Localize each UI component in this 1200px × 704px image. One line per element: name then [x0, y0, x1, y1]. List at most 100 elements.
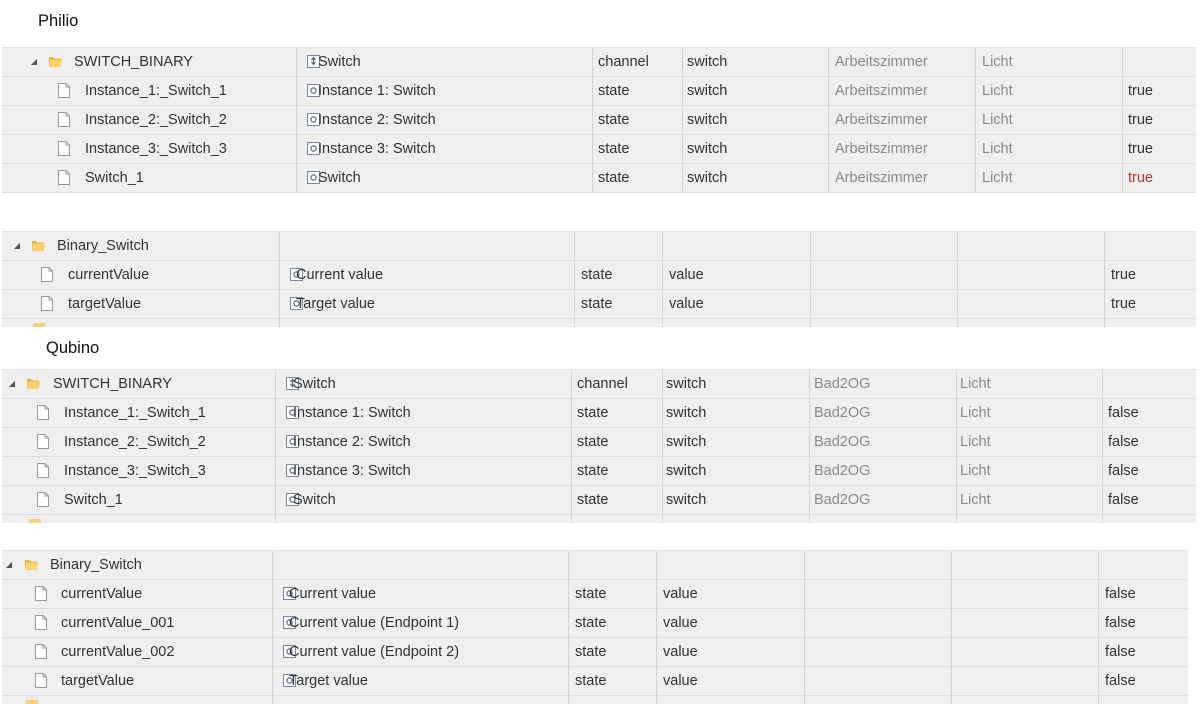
tree-object-row[interactable]: currentValue_001 Current value (Endpoint … [2, 609, 1188, 638]
tree-object-row[interactable]: currentValue Current value state value true [2, 261, 1196, 290]
object-name: Instance 3: Switch [293, 463, 411, 479]
tree-object-row[interactable]: Instance_2:_Switch_2 Instance 2: Switch st… [2, 106, 1196, 135]
tree-object-row[interactable]: currentValue_002 Current value (Endpoint … [2, 638, 1188, 667]
column-divider [828, 106, 829, 134]
object-function: Licht [960, 434, 991, 450]
column-divider [275, 370, 276, 398]
column-divider [574, 232, 575, 260]
column-divider [682, 164, 683, 192]
object-role: switch [666, 405, 707, 421]
column-divider [662, 515, 663, 523]
tree-object-row[interactable]: Instance_1:_Switch_1 Instance 1: Switch st… [2, 399, 1196, 428]
column-divider [1102, 428, 1103, 456]
file-icon [41, 267, 53, 282]
file-icon [58, 83, 70, 98]
object-function: Licht [982, 54, 1013, 70]
column-divider [571, 457, 572, 485]
column-divider [957, 261, 958, 289]
object-value: false [1108, 463, 1139, 479]
tree-object-row[interactable]: Instance_3:_Switch_3 Instance 3: Switch st… [2, 457, 1196, 486]
tree-object-row[interactable]: targetValue Target value state value false [2, 667, 1188, 696]
column-divider [1098, 551, 1099, 579]
tree-folder-row[interactable]: ◢ Binary_Switch [2, 551, 1188, 580]
tree-object-row[interactable]: currentValue Current value state value false [2, 580, 1188, 609]
object-type: state [581, 267, 613, 283]
column-divider [957, 319, 958, 327]
column-divider [1098, 638, 1099, 666]
column-divider [272, 667, 273, 695]
tree-object-row[interactable]: Instance_3:_Switch_3 Instance 3: Switch st… [2, 135, 1196, 164]
object-value: true [1128, 170, 1153, 186]
column-divider [662, 399, 663, 427]
column-divider [662, 457, 663, 485]
object-id: Instance_2:_Switch_2 [64, 434, 206, 450]
file-icon [37, 434, 49, 449]
column-divider [804, 638, 805, 666]
column-divider [279, 319, 280, 327]
object-type: state [575, 644, 607, 660]
expand-collapse-icon[interactable]: ◢ [7, 370, 17, 398]
philio-switch-binary-tree: ◢ SWITCH_BINARY Switch channel switch Arbeits… [2, 47, 1196, 193]
column-divider [662, 428, 663, 456]
column-divider [662, 370, 663, 398]
folder-icon [26, 700, 38, 704]
object-value: false [1108, 405, 1139, 421]
object-role: switch [687, 54, 728, 70]
column-divider [951, 696, 952, 704]
column-divider [1104, 261, 1105, 289]
object-name: Switch [293, 376, 336, 392]
object-room: Bad2OG [814, 434, 871, 450]
tree-object-row[interactable]: Switch_1 Switch state switch Arbeitszimmer Li… [2, 164, 1196, 193]
column-divider [568, 667, 569, 695]
column-divider [809, 457, 810, 485]
column-divider [656, 609, 657, 637]
column-divider [1098, 696, 1099, 704]
column-divider [296, 164, 297, 192]
tree-object-row[interactable]: Switch_1 Switch state switch Bad2OG Licht fals… [2, 486, 1196, 515]
object-name: Switch [293, 492, 336, 508]
expand-collapse-icon[interactable]: ◢ [12, 232, 22, 260]
column-divider [592, 135, 593, 163]
object-role: value [663, 586, 698, 602]
column-divider [956, 457, 957, 485]
object-id: targetValue [68, 296, 142, 312]
tree-folder-row[interactable]: ◢ SWITCH_BINARY Switch channel switch Bad2OG L… [2, 370, 1196, 399]
column-divider [275, 515, 276, 523]
folder-icon [48, 54, 63, 69]
tree-object-row[interactable]: Instance_2:_Switch_2 Instance 2: Switch st… [2, 428, 1196, 457]
object-function: Licht [960, 405, 991, 421]
column-divider [804, 580, 805, 608]
column-divider [275, 428, 276, 456]
object-value: true [1128, 83, 1153, 99]
object-name: Instance 3: Switch [318, 141, 436, 157]
object-type: state [575, 615, 607, 631]
object-type: state [598, 83, 630, 99]
column-divider [662, 232, 663, 260]
folder-icon [29, 519, 41, 523]
tree-folder-row[interactable]: ◢ Binary_Switch [2, 232, 1196, 261]
object-name: Instance 2: Switch [293, 434, 411, 450]
object-name: Current value [296, 267, 384, 283]
object-value: true [1111, 267, 1136, 283]
column-divider [571, 370, 572, 398]
next-row-partial [2, 319, 1196, 327]
object-id: currentValue_002 [61, 644, 175, 660]
column-divider [956, 370, 957, 398]
expand-collapse-icon[interactable]: ◢ [4, 551, 14, 579]
column-divider [296, 77, 297, 105]
column-divider [592, 48, 593, 76]
object-function: Licht [982, 112, 1013, 128]
tree-folder-row[interactable]: ◢ SWITCH_BINARY Switch channel switch Arbeits… [2, 48, 1196, 77]
expand-collapse-icon[interactable]: ◢ [29, 48, 39, 76]
column-divider [571, 515, 572, 523]
object-value: false [1105, 673, 1136, 689]
object-room: Arbeitszimmer [835, 54, 928, 70]
column-divider [828, 77, 829, 105]
column-divider [279, 232, 280, 260]
tree-object-row[interactable]: Instance_1:_Switch_1 Instance 1: Switch st… [2, 77, 1196, 106]
tree-object-row[interactable]: targetValue Target value state value true [2, 290, 1196, 319]
object-type: channel [598, 54, 649, 70]
object-role: switch [687, 170, 728, 186]
object-type: state [575, 673, 607, 689]
file-icon [37, 405, 49, 420]
